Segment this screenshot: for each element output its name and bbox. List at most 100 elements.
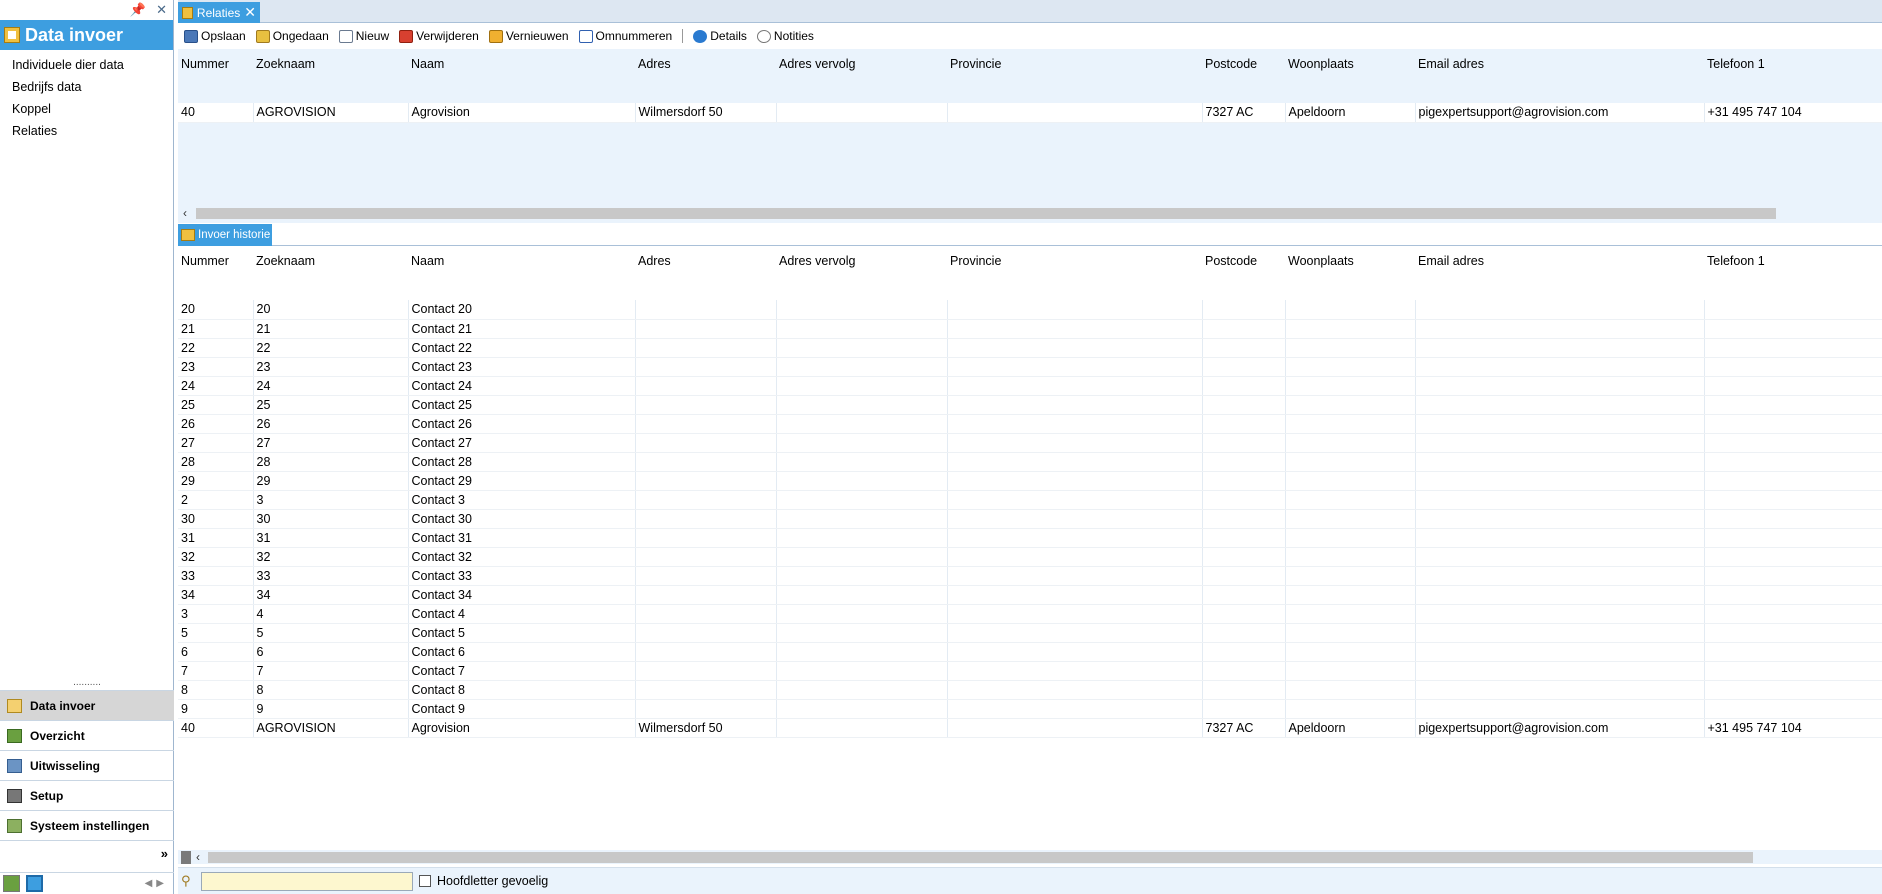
table-row[interactable]: 40 AGROVISION Agrovision Wilmersdorf 50 7327…: [178, 103, 1882, 123]
pin-icon[interactable]: 📌: [130, 2, 146, 18]
table-cell[interactable]: Contact 30: [407, 509, 635, 529]
table-cell[interactable]: 33: [178, 566, 253, 586]
table-cell[interactable]: [775, 585, 947, 605]
table-cell[interactable]: [1284, 471, 1415, 491]
table-cell[interactable]: [634, 300, 776, 320]
table-cell[interactable]: Wilmersdorf 50: [634, 103, 776, 123]
table-cell[interactable]: [1414, 338, 1704, 358]
table-cell[interactable]: 2: [178, 490, 253, 510]
notes-button[interactable]: Notities: [756, 29, 814, 43]
table-cell[interactable]: 23: [178, 357, 253, 377]
table-cell[interactable]: Apeldoorn: [1284, 103, 1415, 123]
table-cell[interactable]: [1414, 604, 1704, 624]
table-cell[interactable]: Contact 34: [407, 585, 635, 605]
table-cell[interactable]: [1414, 547, 1704, 567]
table-cell[interactable]: 25: [252, 395, 408, 415]
table-cell[interactable]: [634, 604, 776, 624]
table-cell[interactable]: [946, 300, 1202, 320]
table-cell[interactable]: Contact 23: [407, 357, 635, 377]
table-row[interactable]: 30 30 Contact 30: [178, 509, 1882, 529]
column-header[interactable]: Naam: [408, 49, 635, 103]
table-cell[interactable]: 9: [178, 699, 253, 719]
table-cell[interactable]: +31 495 747 104: [1703, 718, 1882, 738]
table-cell[interactable]: [1414, 414, 1704, 434]
table-cell[interactable]: [1284, 338, 1415, 358]
table-cell[interactable]: [1414, 433, 1704, 453]
table-cell[interactable]: [1703, 585, 1882, 605]
table-cell[interactable]: [946, 547, 1202, 567]
table-cell[interactable]: [946, 509, 1202, 529]
table-cell[interactable]: 7: [178, 661, 253, 681]
table-cell[interactable]: [1414, 623, 1704, 643]
column-header[interactable]: Woonplaats: [1285, 246, 1415, 300]
table-cell[interactable]: [1414, 699, 1704, 719]
table-cell[interactable]: [1284, 642, 1415, 662]
table-cell[interactable]: [775, 509, 947, 529]
table-cell[interactable]: Contact 7: [407, 661, 635, 681]
table-cell[interactable]: Contact 32: [407, 547, 635, 567]
table-cell[interactable]: [1284, 528, 1415, 548]
table-row[interactable]: 34 34 Contact 34: [178, 585, 1882, 605]
table-cell[interactable]: [946, 642, 1202, 662]
table-cell[interactable]: Contact 28: [407, 452, 635, 472]
table-cell[interactable]: [946, 566, 1202, 586]
table-cell[interactable]: [1201, 452, 1285, 472]
table-cell[interactable]: [775, 395, 947, 415]
table-cell[interactable]: [1414, 528, 1704, 548]
table-cell[interactable]: [634, 338, 776, 358]
table-cell[interactable]: [946, 585, 1202, 605]
column-header[interactable]: Provincie: [947, 49, 1202, 103]
table-cell[interactable]: 8: [252, 680, 408, 700]
table-cell[interactable]: [1284, 680, 1415, 700]
book-small-icon[interactable]: [3, 875, 20, 892]
column-header[interactable]: Woonplaats: [1285, 49, 1415, 103]
table-cell[interactable]: [1284, 509, 1415, 529]
table-cell[interactable]: [1703, 699, 1882, 719]
table-cell[interactable]: [775, 357, 947, 377]
table-cell[interactable]: [1414, 376, 1704, 396]
table-cell[interactable]: [1284, 414, 1415, 434]
table-cell[interactable]: 4: [252, 604, 408, 624]
renumber-button[interactable]: Omnummeren: [578, 29, 672, 43]
scroll-left-icon[interactable]: ‹: [183, 206, 187, 220]
table-cell[interactable]: [1284, 376, 1415, 396]
table-row[interactable]: 32 32 Contact 32: [178, 547, 1882, 567]
refresh-button[interactable]: Vernieuwen: [488, 29, 569, 43]
table-cell[interactable]: [946, 471, 1202, 491]
table-row[interactable]: 8 8 Contact 8: [178, 680, 1882, 700]
table-cell[interactable]: [946, 680, 1202, 700]
table-cell[interactable]: [1284, 490, 1415, 510]
table-cell[interactable]: Contact 9: [407, 699, 635, 719]
table-cell[interactable]: [634, 547, 776, 567]
scroll-arrows-icon[interactable]: ◀▶: [145, 878, 168, 889]
table-cell[interactable]: [946, 395, 1202, 415]
table-row[interactable]: 6 6 Contact 6: [178, 642, 1882, 662]
table-cell[interactable]: Contact 26: [407, 414, 635, 434]
table-cell[interactable]: [1703, 319, 1882, 339]
table-cell[interactable]: 5: [252, 623, 408, 643]
table-cell[interactable]: Contact 4: [407, 604, 635, 624]
table-row[interactable]: 28 28 Contact 28: [178, 452, 1882, 472]
table-cell[interactable]: [1284, 433, 1415, 453]
table-cell[interactable]: 30: [252, 509, 408, 529]
table-row[interactable]: 3 4 Contact 4: [178, 604, 1882, 624]
table-row[interactable]: 40 AGROVISION Agrovision Wilmersdorf 50 7327…: [178, 718, 1882, 738]
table-cell[interactable]: [634, 661, 776, 681]
table-cell[interactable]: [1201, 509, 1285, 529]
table-cell[interactable]: [1284, 661, 1415, 681]
table-cell[interactable]: [634, 471, 776, 491]
table-row[interactable]: 25 25 Contact 25: [178, 395, 1882, 415]
table-cell[interactable]: [1201, 357, 1285, 377]
horizontal-scrollbar[interactable]: ‹: [178, 850, 1882, 864]
table-cell[interactable]: [1703, 642, 1882, 662]
scroll-left-icon[interactable]: ‹: [196, 850, 200, 864]
table-cell[interactable]: [634, 376, 776, 396]
table-cell[interactable]: [775, 623, 947, 643]
table-cell[interactable]: 22: [252, 338, 408, 358]
tab-invoer-historie[interactable]: Invoer historie: [178, 224, 272, 246]
table-cell[interactable]: [1201, 433, 1285, 453]
table-cell[interactable]: +31 495 747 104: [1703, 103, 1882, 123]
table-cell[interactable]: 34: [178, 585, 253, 605]
table-cell[interactable]: 28: [178, 452, 253, 472]
table-cell[interactable]: 29: [252, 471, 408, 491]
